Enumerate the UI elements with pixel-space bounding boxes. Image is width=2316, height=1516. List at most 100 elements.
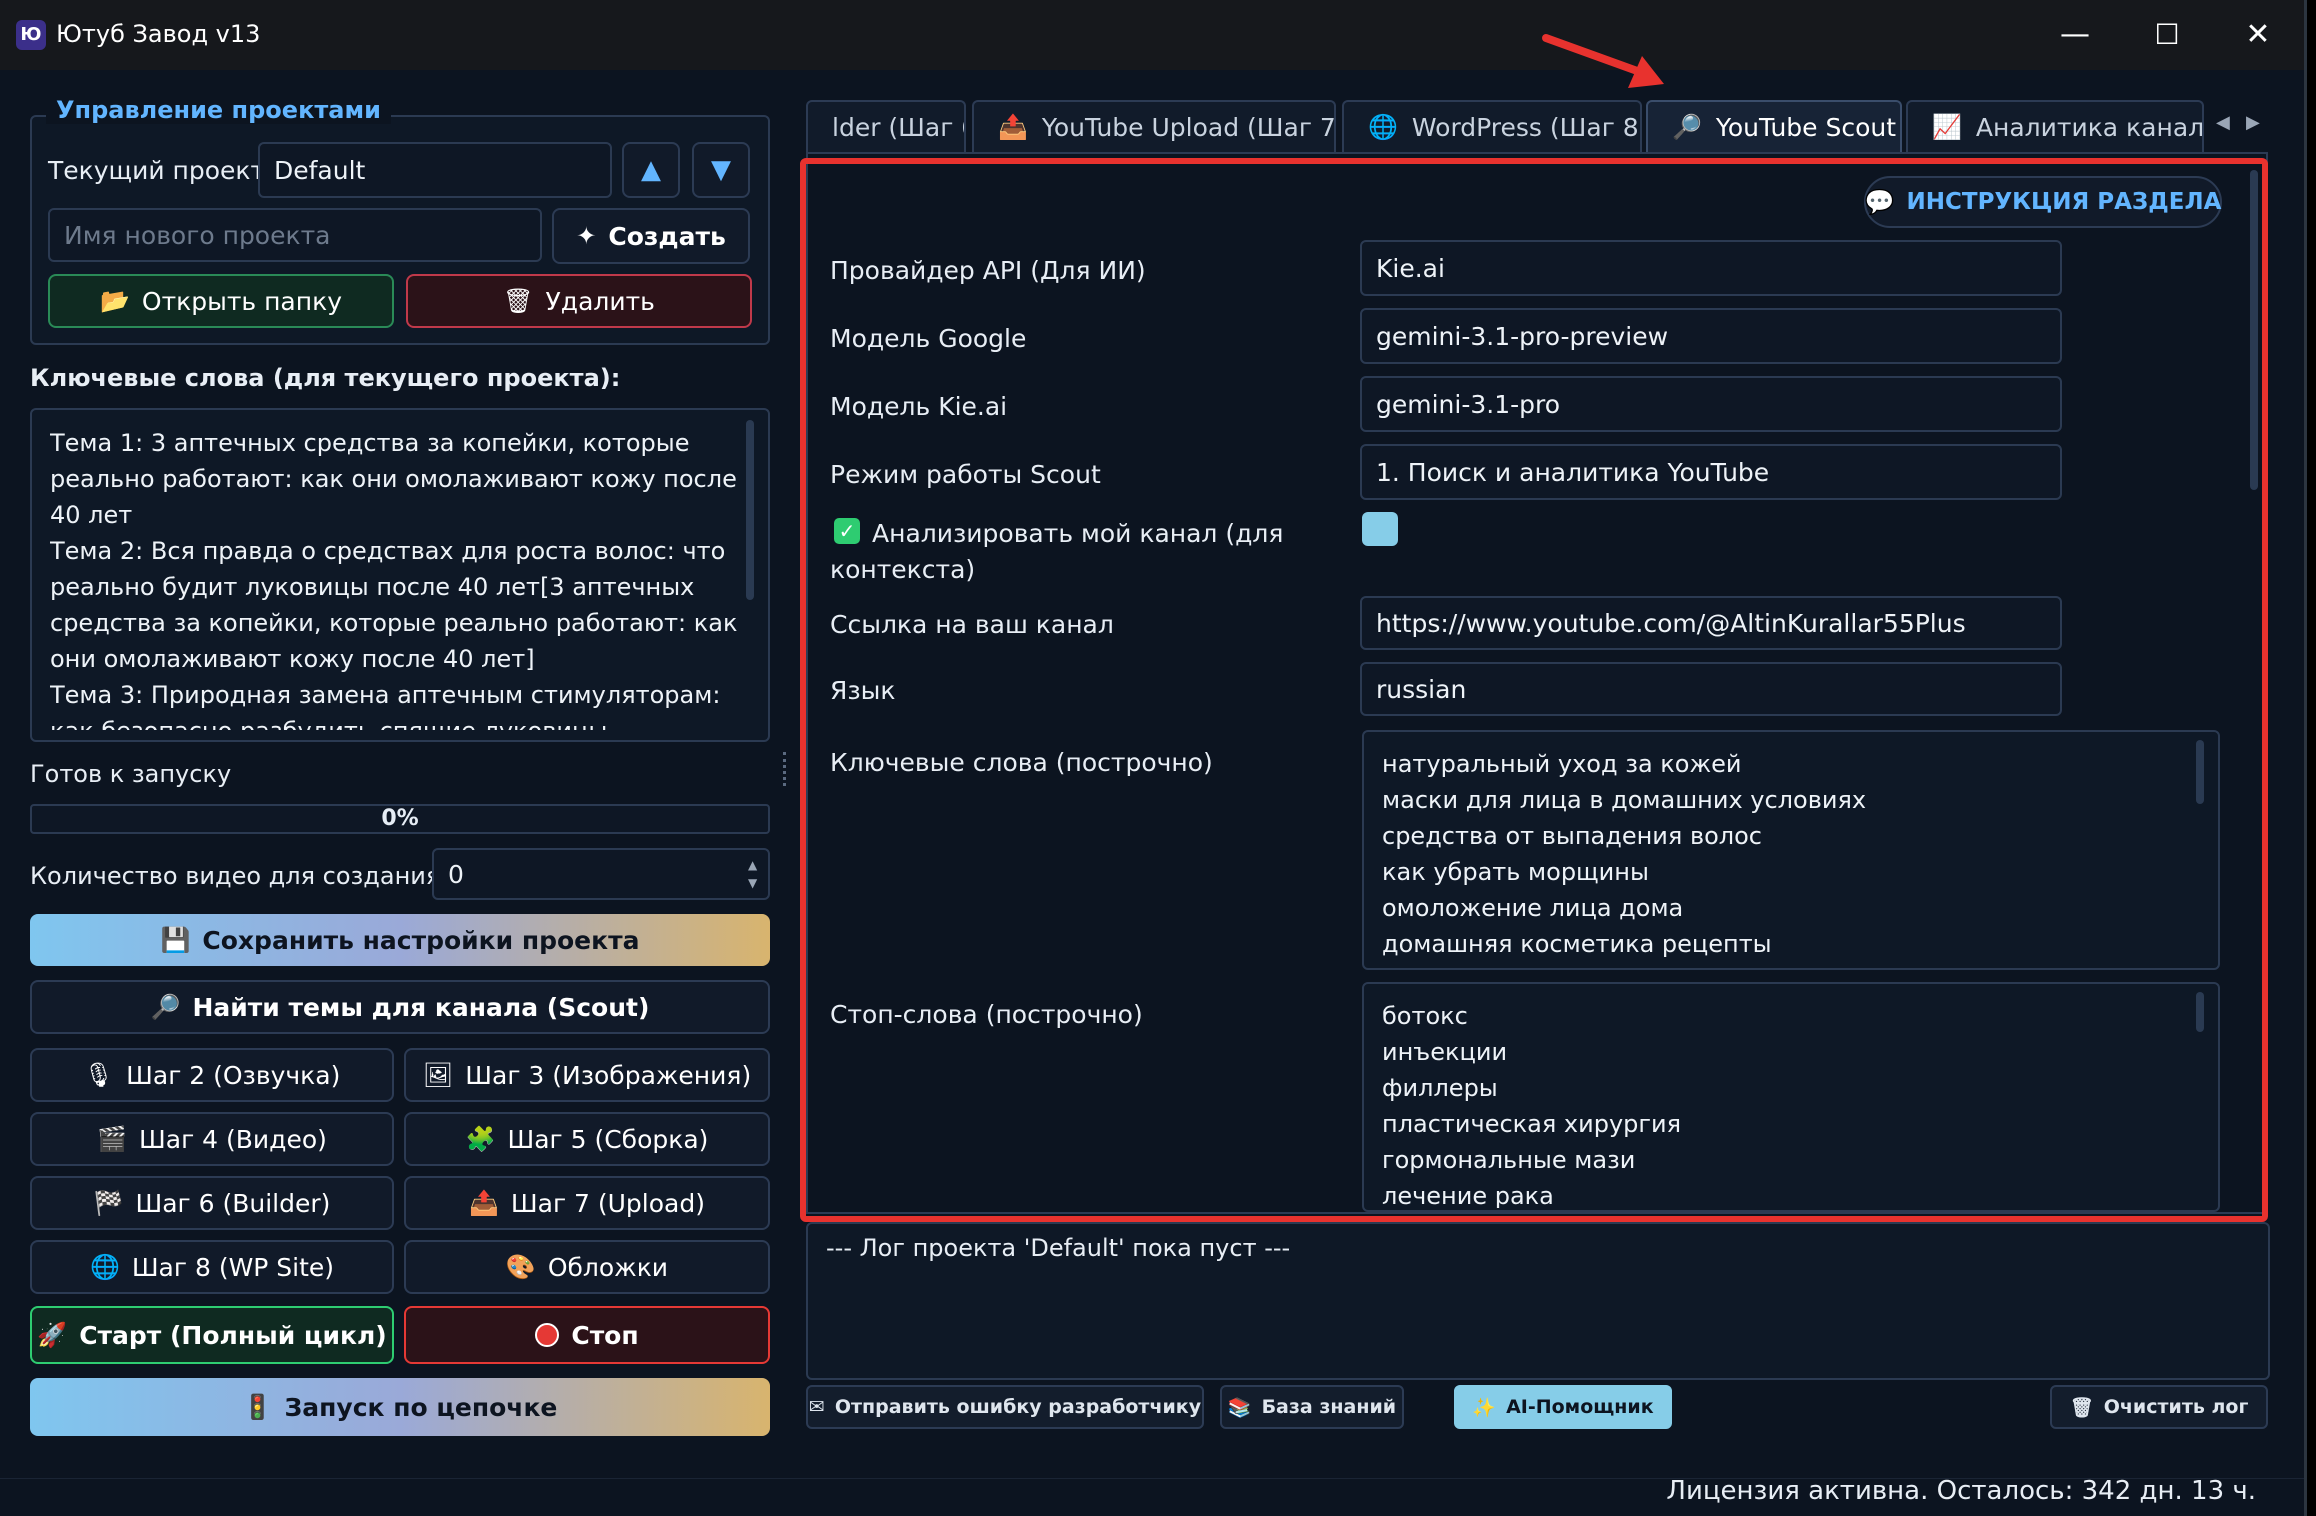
trash-icon: 🗑 [503, 287, 534, 315]
clear-log-button[interactable]: 🗑 Очистить лог [2050, 1385, 2268, 1429]
clear-log-label: Очистить лог [2103, 1396, 2249, 1418]
language-label: Язык [830, 676, 896, 705]
current-project-label: Текущий проект: [48, 156, 274, 185]
step2-label: Шаг 2 (Озвучка) [126, 1060, 341, 1090]
ai-helper-label: AI-Помощник [1506, 1396, 1654, 1418]
tab-wordpress[interactable]: 🌐 WordPress (Шаг 8) [1342, 100, 1642, 152]
provider-select[interactable]: Kie.ai [1360, 240, 2062, 296]
tab-channel-analytics[interactable]: 📈 Аналитика канала [1906, 100, 2204, 152]
section-instruction-button[interactable]: 💬 ИНСТРУКЦИЯ РАЗДЕЛА [1864, 176, 2222, 228]
open-folder-button[interactable]: 📂 Открыть папку [48, 274, 394, 328]
upload-icon: 📤 [469, 1189, 499, 1217]
create-project-button[interactable]: ✦ Создать [552, 208, 750, 264]
save-settings-button[interactable]: 💾 Сохранить настройки проекта [30, 914, 770, 966]
google-model-input[interactable]: gemini-3.1-pro-preview [1360, 308, 2062, 364]
scout-scrollbar[interactable] [2250, 170, 2258, 490]
splitter-handle[interactable] [783, 752, 789, 786]
keywords-title: Ключевые слова (для текущего проекта): [30, 364, 621, 392]
checkered-flag-icon: 🏁 [93, 1189, 124, 1217]
step2-button[interactable]: 🎙 Шаг 2 (Озвучка) [30, 1048, 394, 1102]
covers-label: Обложки [547, 1252, 669, 1282]
log-text: --- Лог проекта 'Default' пока пуст --- [826, 1234, 1291, 1262]
send-error-button[interactable]: ✉ Отправить ошибку разработчику [806, 1385, 1204, 1429]
chain-run-label: Запуск по цепочке [284, 1392, 558, 1422]
current-project-select[interactable]: Default [258, 142, 612, 198]
stop-button[interactable]: Стоп [404, 1306, 770, 1364]
start-full-cycle-button[interactable]: 🚀 Старт (Полный цикл) [30, 1306, 394, 1364]
globe-icon: 🌐 [1368, 113, 1398, 141]
step5-label: Шаг 5 (Сборка) [507, 1124, 709, 1154]
step4-button[interactable]: 🎬 Шаг 4 (Видео) [30, 1112, 394, 1166]
stop-label: Стоп [571, 1320, 639, 1350]
tab-channel-analytics-label: Аналитика канала [1975, 112, 2204, 142]
move-up-button[interactable]: ▲ [622, 142, 680, 198]
step6-label: Шаг 6 (Builder) [135, 1188, 331, 1218]
tab-scroll-right-icon[interactable]: ▶ [2246, 112, 2260, 133]
knowledge-base-button[interactable]: 📚 База знаний [1220, 1385, 1404, 1429]
delete-project-button[interactable]: 🗑 Удалить [406, 274, 752, 328]
app-window: Ю Ютуб Завод v13 — ☐ ✕ Управление проект… [0, 0, 2307, 1516]
find-topics-button[interactable]: 🔎 Найти темы для канала (Scout) [30, 980, 770, 1034]
title-bar: Ю Ютуб Завод v13 — ☐ ✕ [0, 0, 2304, 70]
microphone-icon: 🎙 [83, 1061, 115, 1089]
maximize-button[interactable]: ☐ [2137, 12, 2197, 58]
puzzle-icon: 🧩 [465, 1125, 496, 1153]
spin-arrows-icon[interactable]: ▲ ▼ [748, 856, 757, 892]
rocket-icon: 🚀 [37, 1321, 68, 1349]
app-logo-icon: Ю [16, 20, 46, 50]
chain-run-button[interactable]: 🚦 Запуск по цепочке [30, 1378, 770, 1436]
stopwords-scrollbar[interactable] [2196, 992, 2204, 1032]
progress-label: 0% [381, 806, 419, 831]
step5-button[interactable]: 🧩 Шаг 5 (Сборка) [404, 1112, 770, 1166]
delete-label: Удалить [545, 286, 655, 316]
step3-button[interactable]: 🖼 Шаг 3 (Изображения) [404, 1048, 770, 1102]
chart-icon: 📈 [1932, 113, 1962, 141]
kie-model-input[interactable]: gemini-3.1-pro [1360, 376, 2062, 432]
window-title: Ютуб Завод v13 [56, 20, 261, 48]
step7-button[interactable]: 📤 Шаг 7 (Upload) [404, 1176, 770, 1230]
triangle-up-icon: ▲ [641, 155, 661, 185]
minimize-button[interactable]: — [2045, 12, 2105, 58]
tab-youtube-scout[interactable]: 🔎 YouTube Scout [1646, 100, 1902, 152]
annotation-arrow-icon [1542, 34, 1664, 88]
scout-keywords-text: натуральный уход за кожей маски для лица… [1382, 750, 1867, 958]
sparkle-icon: ✦ [576, 222, 597, 250]
close-button[interactable]: ✕ [2228, 12, 2288, 58]
step8-label: Шаг 8 (WP Site) [131, 1252, 335, 1282]
step8-button[interactable]: 🌐 Шаг 8 (WP Site) [30, 1240, 394, 1294]
tab-builder[interactable]: lder (Шаг 6) [806, 100, 966, 152]
step6-button[interactable]: 🏁 Шаг 6 (Builder) [30, 1176, 394, 1230]
folder-icon: 📂 [100, 287, 130, 315]
channel-link-input[interactable]: https://www.youtube.com/@AltinKurallar55… [1360, 596, 2062, 650]
new-project-input[interactable]: Имя нового проекта [48, 208, 542, 262]
keywords-scrollbar[interactable] [746, 420, 754, 600]
magnifier-icon: 🔎 [150, 993, 181, 1021]
magnifier-icon: 🔎 [1672, 113, 1702, 141]
covers-button[interactable]: 🎨 Обложки [404, 1240, 770, 1294]
ai-helper-button[interactable]: ✨ AI-Помощник [1454, 1385, 1672, 1429]
video-count-spinbox[interactable]: 0 [432, 848, 770, 900]
project-section-title: Управление проектами [46, 96, 391, 124]
start-label: Старт (Полный цикл) [79, 1320, 387, 1350]
floppy-disk-icon: 💾 [160, 926, 191, 954]
tab-scroll-left-icon[interactable]: ◀ [2216, 112, 2230, 133]
provider-label: Провайдер API (Для ИИ) [830, 256, 1146, 285]
video-count-label: Количество видео для создания: [30, 862, 449, 890]
language-input[interactable]: russian [1360, 662, 2062, 716]
channel-link-label: Ссылка на ваш канал [830, 610, 1114, 639]
find-topics-label: Найти темы для канала (Scout) [192, 992, 650, 1022]
scout-keywords-scrollbar[interactable] [2196, 740, 2204, 804]
section-instruction-label: ИНСТРУКЦИЯ РАЗДЕЛА [1906, 189, 2222, 215]
color-swatch[interactable] [1362, 512, 1398, 546]
tab-builder-label: lder (Шаг 6) [832, 112, 964, 142]
tab-wordpress-label: WordPress (Шаг 8) [1411, 112, 1642, 142]
scout-keywords-label: Ключевые слова (построчно) [830, 748, 1213, 777]
books-icon: 📚 [1227, 1396, 1252, 1419]
speech-bubble-icon: 💬 [1864, 188, 1895, 216]
analyze-channel-label: Анализировать мой канал (для контекста) [830, 519, 1284, 584]
triangle-down-icon: ▼ [711, 155, 731, 185]
tab-youtube-upload[interactable]: 📤 YouTube Upload (Шаг 7) [972, 100, 1336, 152]
move-down-button[interactable]: ▼ [692, 142, 750, 198]
upload-icon: 📤 [998, 113, 1028, 141]
scout-mode-select[interactable]: 1. Поиск и аналитика YouTube [1360, 444, 2062, 500]
